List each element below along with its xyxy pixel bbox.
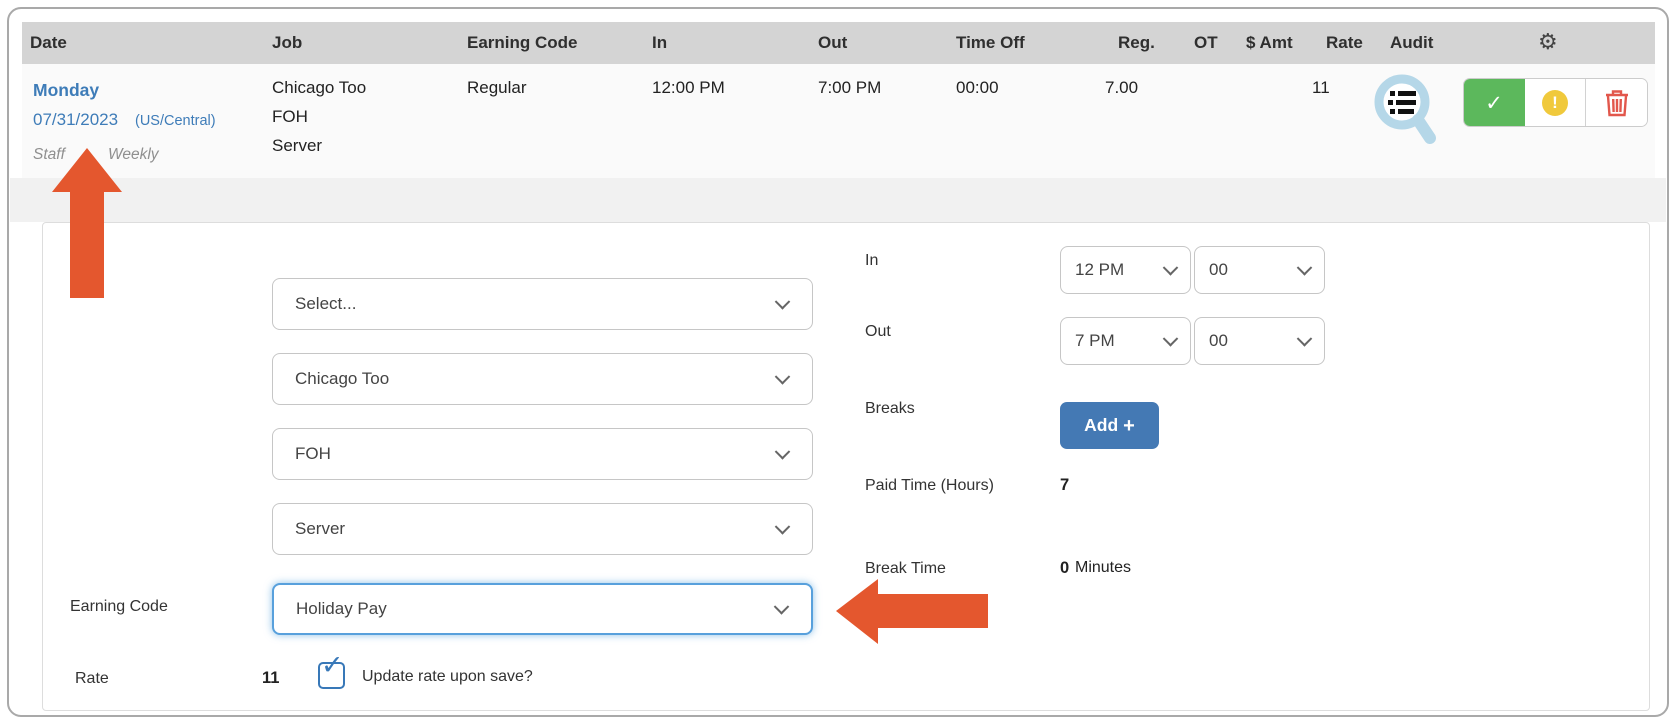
row-reg-hours: 7.00 [1105, 78, 1138, 98]
paid-time-value: 7 [1060, 476, 1069, 495]
col-header-earning-code: Earning Code [467, 22, 578, 64]
in-hour-value: 12 PM [1075, 260, 1124, 280]
job-select-placeholder-value: Select... [295, 294, 356, 314]
out-label: Out [865, 323, 891, 341]
chevron-down-icon [1297, 260, 1313, 276]
row-job-role: Server [272, 136, 322, 156]
out-hour-select[interactable]: 7 PM [1060, 317, 1191, 365]
row-job-location: Chicago Too [272, 78, 366, 98]
col-header-amt: $ Amt [1246, 22, 1293, 64]
rate-label: Rate [75, 670, 109, 688]
chevron-down-icon [1163, 260, 1179, 276]
row-in-time: 12:00 PM [652, 78, 725, 98]
out-minute-select[interactable]: 00 [1194, 317, 1325, 365]
job-select-placeholder[interactable]: Select... [272, 278, 813, 330]
job-select-department[interactable]: FOH [272, 428, 813, 480]
plus-icon: + [1123, 416, 1135, 436]
add-break-button-label: Add [1084, 415, 1118, 436]
col-header-time-off: Time Off [956, 22, 1025, 64]
update-rate-checkbox[interactable] [318, 662, 345, 689]
row-out-time: 7:00 PM [818, 78, 881, 98]
paid-time-label: Paid Time (Hours) [865, 477, 994, 495]
earning-code-label: Earning Code [70, 598, 168, 616]
row-timezone: (US/Central) [135, 113, 216, 129]
col-header-date: Date [30, 22, 67, 64]
row-staff-prefix: Staff [33, 146, 65, 164]
row-staff-suffix: Weekly [108, 146, 159, 164]
in-hour-select[interactable]: 12 PM [1060, 246, 1191, 294]
earning-code-select-value: Holiday Pay [296, 599, 387, 619]
in-minute-select[interactable]: 00 [1194, 246, 1325, 294]
approve-button[interactable]: ✓ [1464, 79, 1525, 126]
settings-gear-icon[interactable]: ⚙ [1538, 22, 1558, 64]
col-header-job: Job [272, 22, 302, 64]
job-field-label: Job [78, 248, 104, 266]
warning-icon: ! [1542, 90, 1568, 116]
col-header-in: In [652, 22, 667, 64]
row-date-link[interactable]: 07/31/2023 [33, 110, 118, 130]
break-time-value: 0 [1060, 559, 1069, 578]
row-time-off: 00:00 [956, 78, 999, 98]
row-day-link[interactable]: Monday [33, 80, 99, 101]
chevron-down-icon [775, 444, 791, 460]
col-header-ot: OT [1194, 22, 1218, 64]
chevron-down-icon [775, 294, 791, 310]
rate-value: 11 [262, 669, 279, 688]
add-break-button[interactable]: Add + [1060, 402, 1159, 449]
row-panel-divider-strip [10, 178, 1666, 222]
row-rate: 11 [1312, 78, 1330, 98]
job-select-role[interactable]: Server [272, 503, 813, 555]
breaks-label: Breaks [865, 400, 915, 418]
audit-log-magnifier-icon[interactable] [1368, 74, 1444, 148]
earning-code-select[interactable]: Holiday Pay [272, 583, 813, 635]
in-minute-value: 00 [1209, 260, 1228, 280]
job-select-role-value: Server [295, 519, 345, 539]
job-select-department-value: FOH [295, 444, 331, 464]
col-header-reg: Reg. [1118, 22, 1155, 64]
out-minute-value: 00 [1209, 331, 1228, 351]
chevron-down-icon [1297, 331, 1313, 347]
list-icon [1388, 91, 1416, 114]
job-select-location[interactable]: Chicago Too [272, 353, 813, 405]
col-header-audit: Audit [1390, 22, 1433, 64]
update-rate-label: Update rate upon save? [362, 668, 533, 686]
chevron-down-icon [1163, 331, 1179, 347]
check-icon: ✓ [1485, 91, 1503, 115]
trash-icon [1605, 89, 1629, 117]
chevron-down-icon [774, 599, 790, 615]
break-time-label: Break Time [865, 560, 946, 578]
warning-button[interactable]: ! [1525, 79, 1586, 126]
delete-button[interactable] [1586, 79, 1647, 126]
row-job-department: FOH [272, 107, 308, 127]
row-earning-code: Regular [467, 78, 527, 98]
chevron-down-icon [775, 369, 791, 385]
row-action-buttons: ✓ ! [1464, 79, 1647, 126]
break-time-unit: Minutes [1075, 559, 1131, 577]
in-label: In [865, 252, 878, 270]
col-header-rate: Rate [1326, 22, 1363, 64]
chevron-down-icon [775, 519, 791, 535]
col-header-out: Out [818, 22, 847, 64]
job-select-location-value: Chicago Too [295, 369, 389, 389]
out-hour-value: 7 PM [1075, 331, 1115, 351]
